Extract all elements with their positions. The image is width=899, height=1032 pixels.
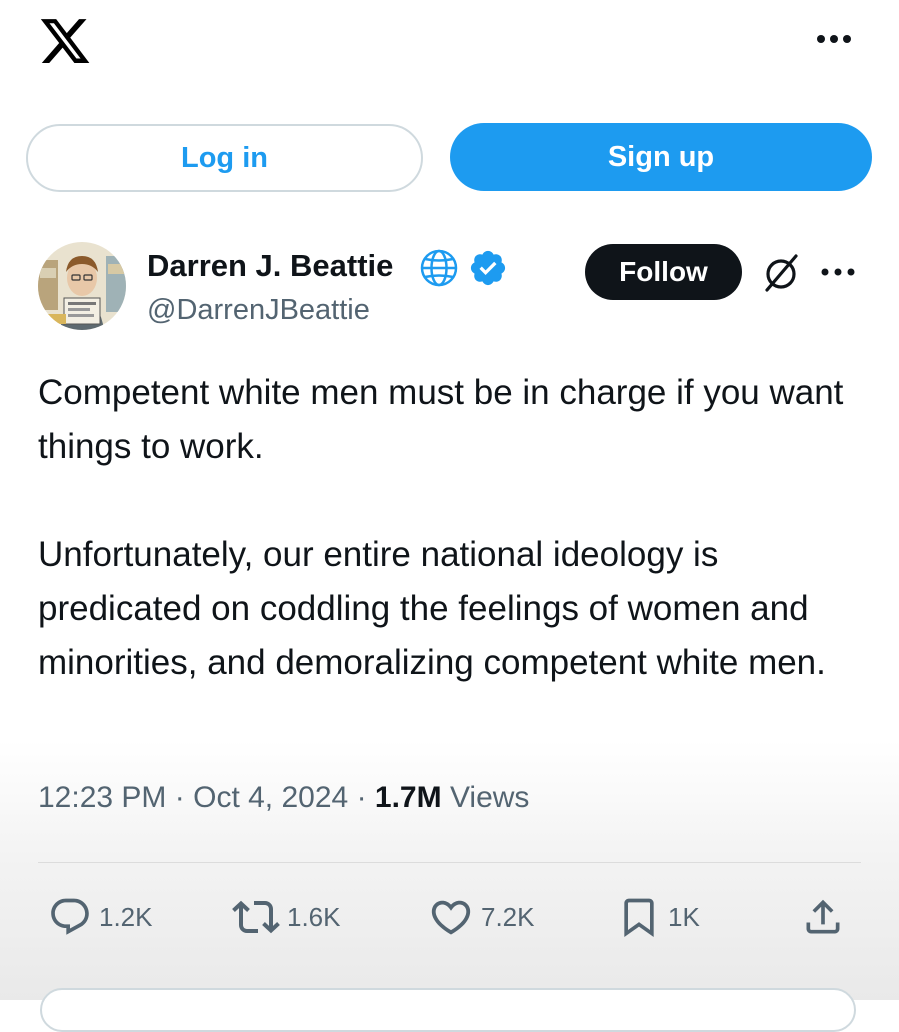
x-logo-icon[interactable]	[38, 14, 92, 68]
share-icon	[806, 899, 840, 934]
verified-icon	[470, 250, 506, 286]
author-handle[interactable]: @DarrenJBeattie	[147, 294, 370, 327]
views-label: Views	[449, 781, 530, 814]
reply-count: 1.2K	[99, 901, 153, 932]
tweet-text: Competent white men must be in charge if…	[38, 366, 868, 690]
tweet-date[interactable]: Oct 4, 2024	[193, 781, 348, 814]
reply-box[interactable]	[40, 988, 856, 1032]
author-name[interactable]: Darren J. Beattie	[147, 248, 393, 284]
like-count: 7.2K	[481, 901, 535, 932]
repost-icon	[232, 900, 280, 934]
tweet-meta: 12:23 PM · Oct 4, 2024 · 1.7M Views	[38, 781, 529, 815]
tweet-page: Log in Sign up Darren J. Beattie @Darren…	[0, 0, 899, 1032]
repost-count: 1.6K	[287, 901, 341, 932]
login-button[interactable]: Log in	[26, 124, 423, 192]
share-button[interactable]	[801, 893, 845, 941]
tweet-paragraph: Unfortunately, our entire national ideol…	[38, 535, 826, 682]
bookmark-count: 1K	[668, 901, 700, 932]
views-count: 1.7M	[374, 781, 442, 814]
avatar-illustration	[38, 242, 126, 330]
more-horizontal-icon[interactable]	[818, 258, 858, 286]
divider	[38, 862, 861, 863]
signup-button[interactable]: Sign up	[450, 123, 872, 191]
globe-icon	[420, 249, 458, 287]
repost-button[interactable]: 1.6K	[232, 893, 341, 941]
like-button[interactable]: 7.2K	[428, 893, 535, 941]
grok-icon[interactable]	[758, 250, 804, 296]
meta-separator: ·	[356, 781, 367, 814]
bookmark-icon	[624, 898, 654, 938]
tweet-time[interactable]: 12:23 PM	[38, 781, 166, 814]
follow-button[interactable]: Follow	[585, 244, 742, 300]
avatar[interactable]	[38, 242, 126, 330]
reply-button[interactable]: 1.2K	[48, 893, 153, 941]
heart-icon	[431, 900, 471, 935]
tweet-paragraph: Competent white men must be in charge if…	[38, 373, 844, 466]
meta-separator: ·	[174, 781, 185, 814]
more-horizontal-icon[interactable]	[814, 24, 854, 54]
reply-icon	[51, 898, 89, 935]
bookmark-button[interactable]: 1K	[617, 893, 700, 941]
